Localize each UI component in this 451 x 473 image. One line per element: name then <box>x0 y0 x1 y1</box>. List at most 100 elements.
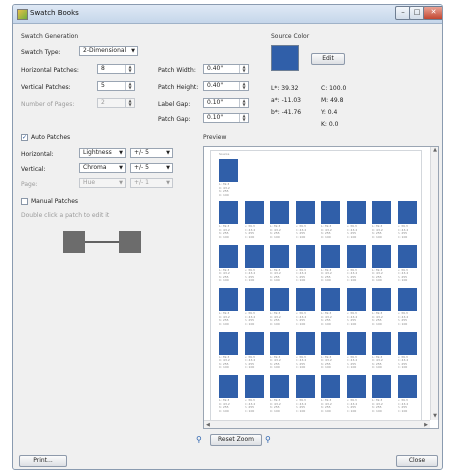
patch-label: L: 39.3C: 43.2h: 255C: 100M: 50 <box>347 225 371 239</box>
horizontal-attribute-select[interactable]: Lightness ▼ <box>79 148 126 158</box>
swatch-patch[interactable] <box>397 375 417 398</box>
horizontal-step-select[interactable]: +/- 5 ▼ <box>130 148 173 158</box>
stepper-arrows-icon[interactable]: ▲ ▼ <box>239 114 248 122</box>
swatch-patch[interactable] <box>219 201 238 224</box>
swatch-patch[interactable] <box>244 201 264 224</box>
swatch-patch[interactable] <box>270 331 289 355</box>
swatch-patch[interactable] <box>346 288 366 311</box>
swatch-patch[interactable] <box>295 375 315 398</box>
swatch-patch[interactable] <box>321 244 340 268</box>
swatch-patch[interactable] <box>372 375 391 398</box>
scroll-right-icon[interactable]: ▶ <box>424 422 428 428</box>
manual-patches-checkbox[interactable] <box>21 198 28 205</box>
swatch-patch[interactable] <box>346 244 366 268</box>
swatch-patch[interactable] <box>219 288 238 311</box>
vertical-patches-stepper[interactable]: 5 ▲ ▼ <box>97 81 135 91</box>
cmyk-k-value: K: 0.0 <box>321 121 339 128</box>
scroll-down-icon[interactable]: ▼ <box>431 413 438 419</box>
zoom-out-icon[interactable]: ⚲ <box>196 435 205 444</box>
manual-patches-hint: Double click a patch to edit it <box>21 212 110 219</box>
auto-patches-checkbox[interactable]: ✓ <box>21 134 28 141</box>
horizontal-patches-stepper[interactable]: 8 ▲ ▼ <box>97 64 135 74</box>
label-gap-label: Label Gap: <box>158 101 191 108</box>
vertical-scrollbar[interactable]: ▲ ▼ <box>430 147 438 420</box>
source-color-swatch[interactable] <box>271 45 299 71</box>
swatch-patch[interactable] <box>244 331 264 355</box>
swatch-patch[interactable] <box>321 201 340 224</box>
reset-zoom-button[interactable]: Reset Zoom <box>210 434 262 446</box>
swatch-patch[interactable] <box>321 375 340 398</box>
app-swatch-icon <box>17 9 28 20</box>
swatch-patch[interactable] <box>397 288 417 311</box>
edit-color-button[interactable]: Edit <box>311 53 345 65</box>
swatch-patch[interactable] <box>295 331 315 355</box>
horizontal-attribute-value: Lightness <box>83 149 112 156</box>
swatch-patch[interactable] <box>270 288 289 311</box>
vertical-attribute-select[interactable]: Chroma ▼ <box>79 163 126 173</box>
swatch-type-select[interactable]: 2-Dimensional ▼ <box>79 46 138 56</box>
scroll-up-icon[interactable]: ▲ <box>431 147 438 153</box>
swatch-patch[interactable] <box>321 288 340 311</box>
swatch-patch[interactable] <box>219 375 238 398</box>
auto-patches-label: Auto Patches <box>31 134 71 141</box>
patch-label: L: 39.3C: 43.2h: 255C: 100M: 50 <box>245 312 269 326</box>
vertical-step-select[interactable]: +/- 5 ▼ <box>130 163 173 173</box>
horizontal-scrollbar[interactable]: ◀ ▶ <box>204 420 430 428</box>
patch-height-value: 0.40" <box>207 82 224 89</box>
swatch-patch[interactable] <box>397 244 417 268</box>
zoom-in-icon[interactable]: ⚲ <box>265 435 274 444</box>
swatch-patch[interactable] <box>321 331 340 355</box>
patch-height-stepper[interactable]: 0.40" ▲ ▼ <box>203 81 249 91</box>
patch-gap-stepper[interactable]: 0.10" ▲ ▼ <box>203 113 249 123</box>
patch-label: L: 39.3C: 43.2h: 255C: 100M: 50 <box>296 356 320 370</box>
cmyk-c-value: C: 100.0 <box>321 85 347 92</box>
source-patch[interactable] <box>219 159 238 182</box>
patch-width-stepper[interactable]: 0.40" ▲ ▼ <box>203 64 249 74</box>
swatch-type-label: Swatch Type: <box>21 49 61 56</box>
vertical-axis-label: Vertical: <box>21 166 46 173</box>
swatch-patch[interactable] <box>295 288 315 311</box>
patch-label: L: 39.3C: 43.2h: 255C: 100M: 50 <box>372 356 396 370</box>
swatch-patch[interactable] <box>346 201 366 224</box>
swatch-patch[interactable] <box>244 288 264 311</box>
swatch-patch[interactable] <box>346 375 366 398</box>
stepper-arrows-icon[interactable]: ▲ ▼ <box>239 65 248 73</box>
patch-label: L: 39.3C: 43.2h: 255C: 100M: 50 <box>219 183 243 197</box>
swatch-patch[interactable] <box>244 375 264 398</box>
preview-pane[interactable]: SourceL: 39.3C: 43.2h: 255C: 100M: 50L: … <box>203 146 439 429</box>
swatch-patch[interactable] <box>295 244 315 268</box>
patch-label: L: 39.3C: 43.2h: 255C: 100M: 50 <box>398 399 422 413</box>
swatch-patch[interactable] <box>219 244 238 268</box>
patch-label: L: 39.3C: 43.2h: 255C: 100M: 50 <box>372 312 396 326</box>
swatch-patch[interactable] <box>219 331 238 355</box>
scroll-left-icon[interactable]: ◀ <box>206 422 210 428</box>
patch-label: L: 39.3C: 43.2h: 255C: 100M: 50 <box>270 399 294 413</box>
manual-patches-label: Manual Patches <box>31 198 79 205</box>
stepper-arrows-icon[interactable]: ▲ ▼ <box>239 99 248 107</box>
swatch-patch[interactable] <box>244 244 264 268</box>
stepper-arrows-icon[interactable]: ▲ ▼ <box>239 82 248 90</box>
swatch-patch[interactable] <box>372 201 391 224</box>
swatch-patch[interactable] <box>372 288 391 311</box>
swatch-page: SourceL: 39.3C: 43.2h: 255C: 100M: 50L: … <box>210 150 422 422</box>
close-window-button[interactable]: ✕ <box>423 6 442 20</box>
swatch-patch[interactable] <box>397 201 417 224</box>
cmyk-y-value: Y: 0.4 <box>321 109 338 116</box>
swatch-patch[interactable] <box>372 331 391 355</box>
patch-gap-value: 0.10" <box>207 114 224 121</box>
patch-label: L: 39.3C: 43.2h: 255C: 100M: 50 <box>347 356 371 370</box>
patch-width-label: Patch Width: <box>158 67 196 74</box>
print-button[interactable]: Print... <box>19 455 67 467</box>
swatch-patch[interactable] <box>270 244 289 268</box>
label-gap-stepper[interactable]: 0.10" ▲ ▼ <box>203 98 249 108</box>
swatch-patch[interactable] <box>346 331 366 355</box>
swatch-patch[interactable] <box>295 201 315 224</box>
lab-a-value: a*: -11.03 <box>271 97 301 104</box>
swatch-patch[interactable] <box>372 244 391 268</box>
close-button[interactable]: Close <box>396 455 438 467</box>
stepper-arrows-icon[interactable]: ▲ ▼ <box>125 65 134 73</box>
stepper-arrows-icon[interactable]: ▲ ▼ <box>125 82 134 90</box>
swatch-patch[interactable] <box>397 331 417 355</box>
swatch-patch[interactable] <box>270 375 289 398</box>
swatch-patch[interactable] <box>270 201 289 224</box>
